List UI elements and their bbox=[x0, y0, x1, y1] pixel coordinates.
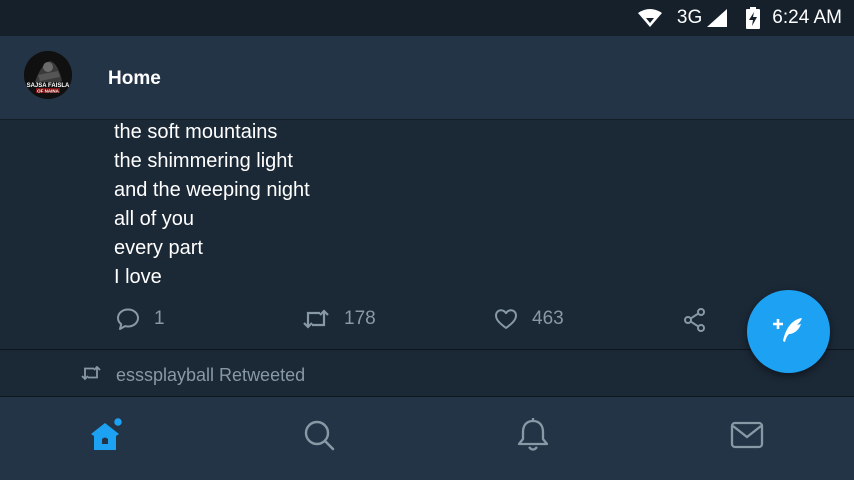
like-count: 463 bbox=[532, 308, 564, 329]
bottom-nav bbox=[0, 397, 854, 480]
status-bar: 3G 6:24 AM bbox=[0, 0, 854, 36]
clock: 6:24 AM bbox=[772, 7, 842, 28]
nav-notifications[interactable] bbox=[515, 417, 551, 458]
retweet-context-label: esssplayball Retweeted bbox=[116, 365, 306, 385]
tweet-line: all of you bbox=[114, 208, 195, 230]
mail-icon bbox=[730, 420, 764, 455]
tweet-line: the soft mountains bbox=[114, 121, 278, 143]
retweet-icon bbox=[80, 364, 116, 387]
nav-home[interactable] bbox=[88, 416, 124, 458]
share-icon bbox=[683, 307, 721, 333]
retweet-count: 178 bbox=[344, 308, 376, 329]
nav-messages[interactable] bbox=[729, 419, 765, 455]
home-icon bbox=[88, 416, 124, 458]
app-header: SAJSA FAISLA OF NAINA Home bbox=[0, 36, 854, 120]
reply-icon bbox=[116, 307, 154, 331]
tweet-divider bbox=[0, 349, 854, 350]
retweet-context[interactable]: esssplayball Retweeted bbox=[80, 364, 305, 387]
nav-search[interactable] bbox=[301, 419, 337, 455]
compose-tweet-icon bbox=[769, 309, 809, 354]
reply-button[interactable]: 1 bbox=[116, 307, 165, 331]
tweet-line: the shimmering light bbox=[114, 150, 293, 172]
search-icon bbox=[302, 418, 336, 457]
retweet-icon bbox=[302, 307, 344, 331]
like-button[interactable]: 463 bbox=[494, 307, 564, 331]
tweet-text[interactable]: the soft mountains the shimmering light … bbox=[114, 118, 310, 292]
tweet-action-bar: 1 178 463 bbox=[0, 300, 854, 340]
compose-tweet-button[interactable] bbox=[747, 290, 830, 373]
tweet-line: every part bbox=[114, 237, 203, 259]
share-button[interactable] bbox=[683, 307, 721, 333]
avatar-logo-subtext: OF NAINA bbox=[37, 89, 59, 94]
avatar[interactable]: SAJSA FAISLA OF NAINA bbox=[24, 51, 72, 99]
cell-signal-icon bbox=[706, 8, 728, 28]
tweet-line: and the weeping night bbox=[114, 179, 310, 201]
wifi-icon bbox=[637, 8, 663, 28]
retweet-button[interactable]: 178 bbox=[302, 307, 376, 331]
network-type: 3G bbox=[676, 7, 703, 28]
bell-icon bbox=[516, 417, 550, 458]
heart-icon bbox=[494, 307, 532, 331]
tweet-line: I love bbox=[114, 266, 162, 288]
battery-charging-icon bbox=[746, 7, 761, 29]
reply-count: 1 bbox=[154, 308, 165, 329]
page-title: Home bbox=[108, 68, 161, 89]
